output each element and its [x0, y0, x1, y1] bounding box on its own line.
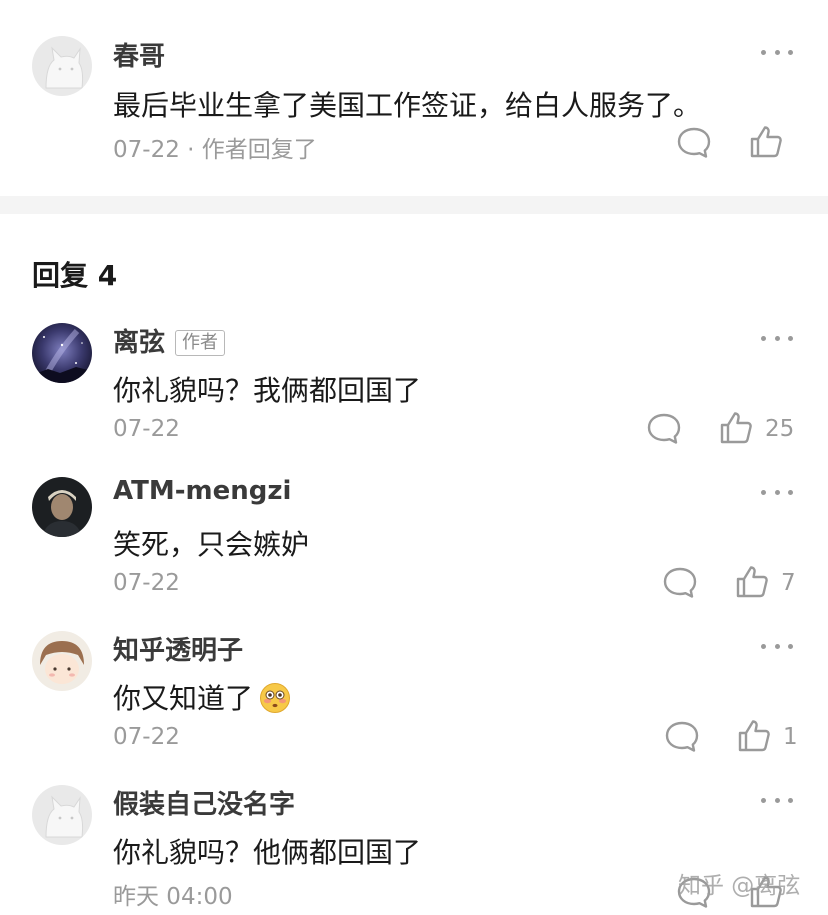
comment-author[interactable]: 春哥 — [113, 36, 165, 73]
comment-bubble-icon[interactable] — [664, 720, 700, 754]
starry-night-avatar-icon — [32, 323, 92, 383]
more-dots-icon[interactable] — [761, 334, 793, 342]
comment-bubble-icon[interactable] — [646, 412, 682, 446]
avatar[interactable] — [32, 323, 92, 383]
comment-text: 你礼貌吗？他俩都回国了 — [113, 836, 422, 869]
thumbs-up-icon[interactable] — [736, 718, 772, 754]
default-avatar-icon — [32, 36, 92, 96]
default-avatar-icon — [32, 785, 92, 845]
avatar[interactable] — [32, 477, 92, 537]
cartoon-avatar-icon — [32, 631, 92, 691]
like-count: 1 — [783, 724, 798, 750]
avatar[interactable] — [32, 36, 92, 96]
author-name[interactable]: 离弦 — [113, 328, 165, 358]
comment-bubble-icon[interactable] — [676, 126, 712, 160]
watermark: 知乎 @离弦 — [678, 873, 801, 899]
person-avatar-icon — [32, 477, 92, 537]
like-count: 7 — [781, 570, 796, 596]
more-dots-icon[interactable] — [761, 488, 793, 496]
comment-author[interactable]: ATM-mengzi — [113, 476, 291, 506]
comment-author[interactable]: 假装自己没名字 — [113, 784, 295, 821]
more-dots-icon[interactable] — [761, 796, 793, 804]
comment-text: 笑死，只会嫉妒 — [113, 528, 310, 561]
comment-text-content: 你又知道了 — [113, 682, 254, 715]
flushed-face-emoji-icon — [260, 683, 291, 713]
comment-meta: 07-22 · 作者回复了 — [113, 137, 317, 163]
author-badge: 作者 — [175, 330, 226, 356]
section-divider — [0, 196, 828, 214]
comment-text: 最后毕业生拿了美国工作签证，给白人服务了。 — [113, 89, 702, 122]
thumbs-up-icon[interactable] — [734, 564, 770, 600]
comment-author[interactable]: 离弦 作者 — [113, 322, 226, 359]
more-dots-icon[interactable] — [761, 642, 793, 650]
comment-meta: 07-22 — [113, 416, 180, 442]
thumbs-up-icon[interactable] — [748, 124, 784, 160]
comment-meta: 07-22 — [113, 570, 180, 596]
comment-meta: 昨天 04:00 — [113, 884, 233, 910]
more-dots-icon[interactable] — [761, 48, 793, 56]
replies-header: 回复 4 — [32, 259, 118, 292]
comment-author[interactable]: 知乎透明子 — [113, 630, 243, 667]
comment-text: 你礼貌吗？我俩都回国了 — [113, 374, 422, 407]
thumbs-up-icon[interactable] — [718, 410, 754, 446]
comment-bubble-icon[interactable] — [662, 566, 698, 600]
comment-meta: 07-22 — [113, 724, 180, 750]
like-count: 25 — [765, 416, 795, 442]
avatar[interactable] — [32, 631, 92, 691]
avatar[interactable] — [32, 785, 92, 845]
comment-text: 你又知道了 — [113, 677, 291, 717]
